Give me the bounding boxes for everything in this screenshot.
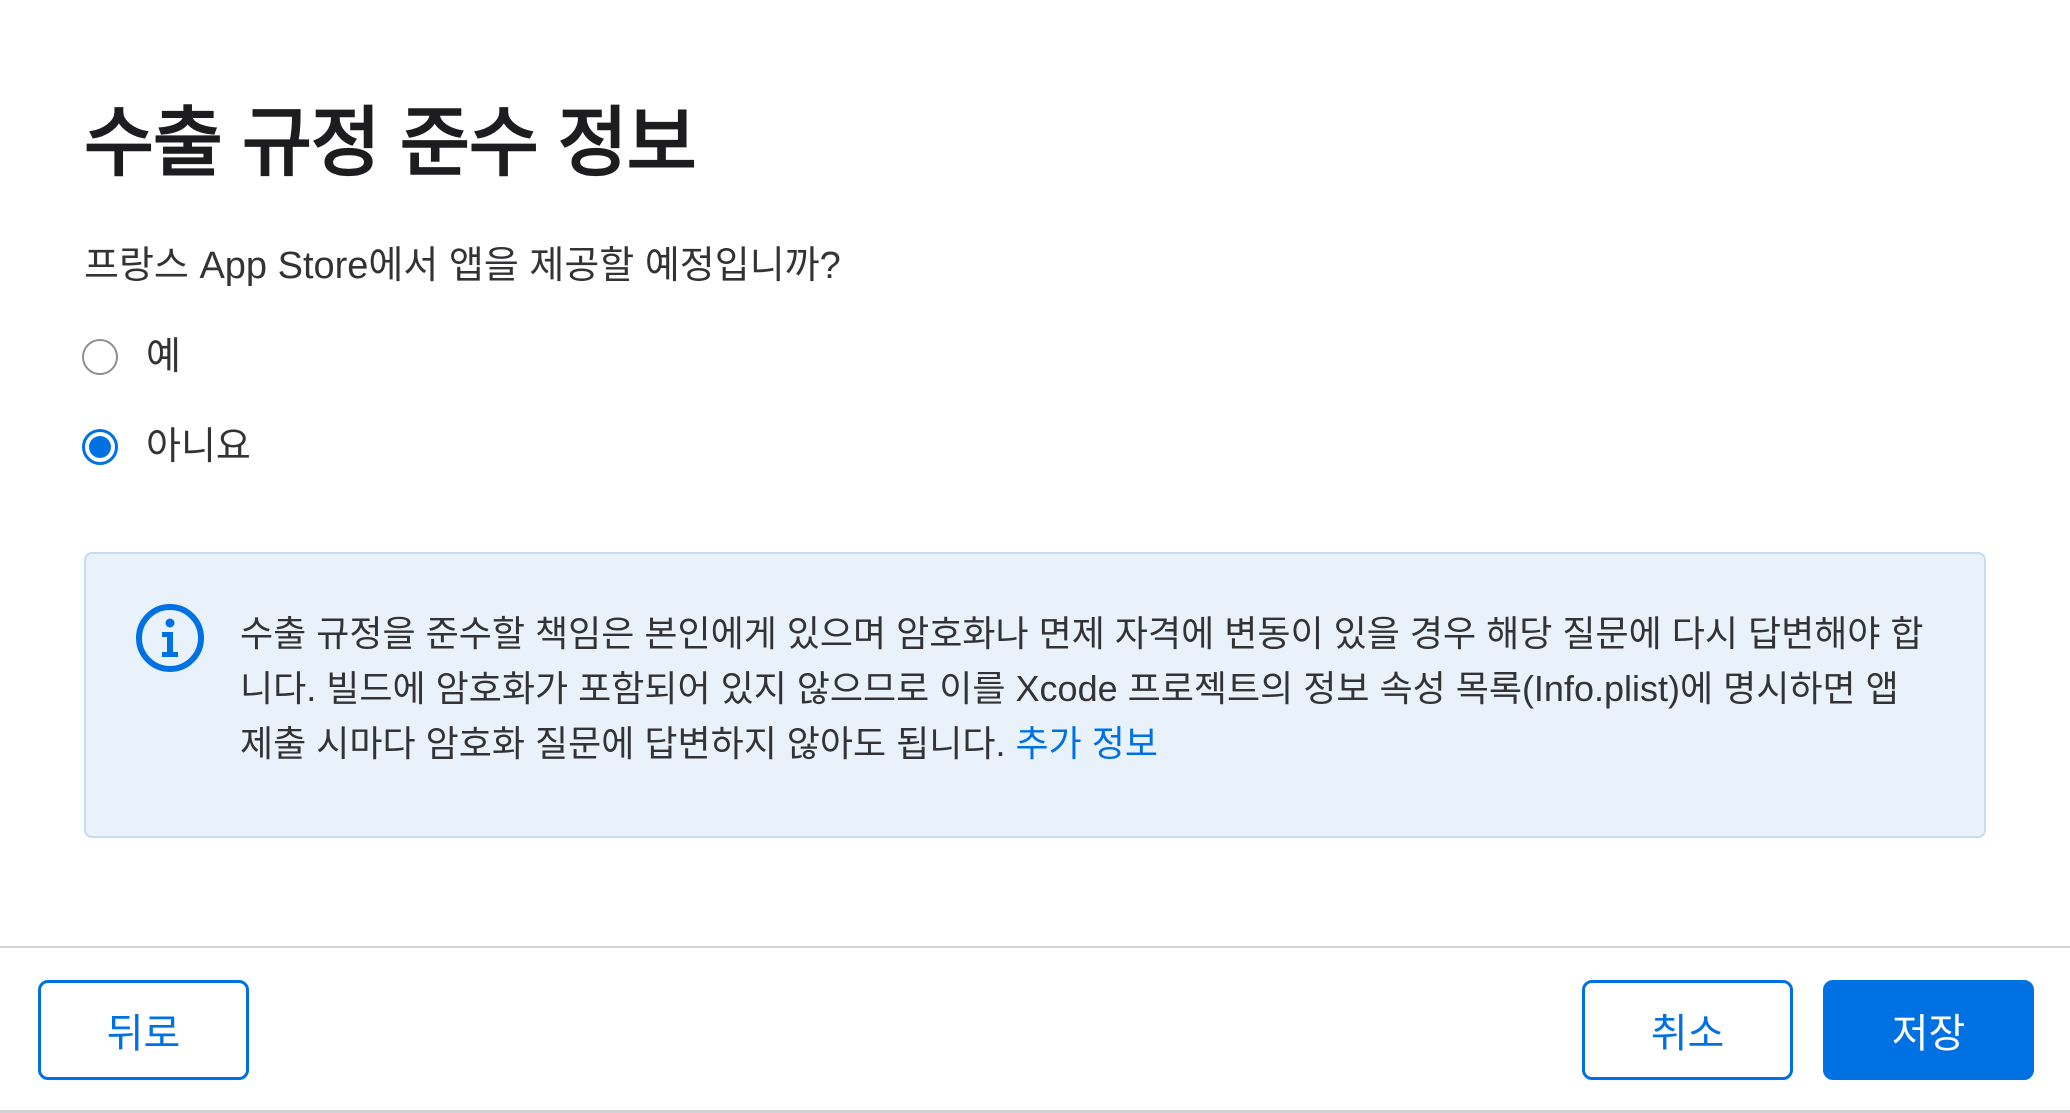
more-info-link[interactable]: 추가 정보 xyxy=(1016,723,1158,764)
radio-label-no: 아니요 xyxy=(146,426,251,468)
info-notice-text: 수출 규정을 준수할 책임은 본인에게 있으며 암호화나 면제 자격에 변동이 … xyxy=(240,606,1940,771)
info-notice-box: 수출 규정을 준수할 책임은 본인에게 있으며 암호화나 면제 자격에 변동이 … xyxy=(84,552,1986,838)
save-button[interactable]: 저장 xyxy=(1823,980,2034,1080)
radio-button-yes[interactable] xyxy=(82,339,118,375)
export-compliance-dialog: 수출 규정 준수 정보 프랑스 App Store에서 앱을 제공할 예정입니까… xyxy=(0,0,2070,1113)
radio-option-yes[interactable]: 예 xyxy=(82,332,181,382)
footer-divider xyxy=(0,946,2070,948)
back-button[interactable]: 뒤로 xyxy=(38,980,249,1080)
page-title: 수출 규정 준수 정보 xyxy=(84,101,697,186)
radio-label-yes: 예 xyxy=(146,336,181,378)
question-text: 프랑스 App Store에서 앱을 제공할 예정입니까? xyxy=(84,245,841,287)
info-circle-icon xyxy=(136,604,204,672)
cancel-button[interactable]: 취소 xyxy=(1582,980,1793,1080)
radio-selected-dot xyxy=(89,436,111,458)
radio-option-no[interactable]: 아니요 xyxy=(82,422,251,472)
radio-button-no[interactable] xyxy=(82,429,118,465)
